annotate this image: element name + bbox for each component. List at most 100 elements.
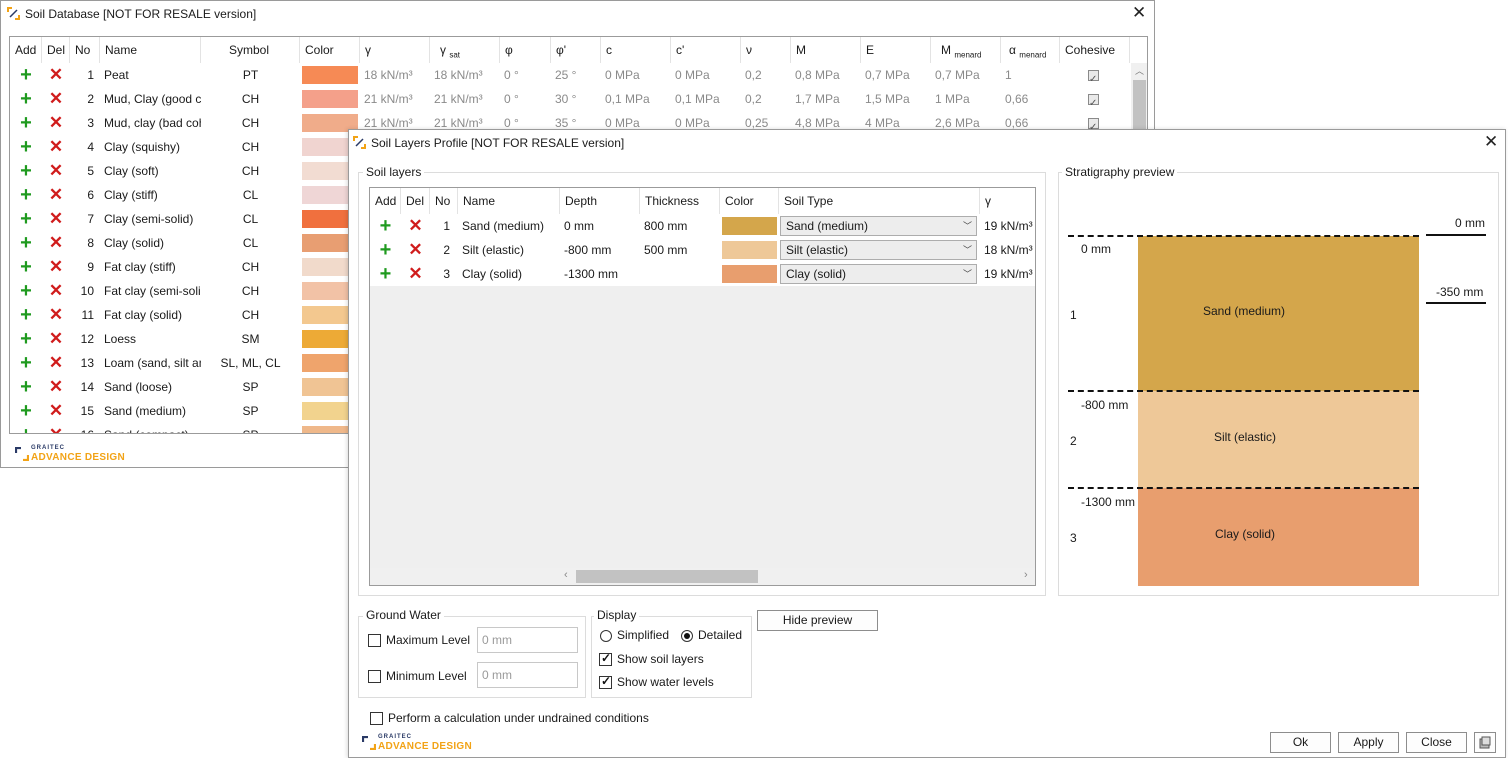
soil-name[interactable]: Fat clay (stiff): [100, 255, 201, 279]
soil-symbol[interactable]: SM: [201, 327, 300, 351]
detailed-radio-dot[interactable]: [681, 629, 693, 642]
minimum-level-checkbox[interactable]: Minimum Level: [368, 669, 467, 684]
soil-symbol[interactable]: CH: [201, 303, 300, 327]
delete-icon[interactable]: ✕: [401, 214, 430, 238]
cell-nu[interactable]: 0,2: [741, 87, 791, 111]
layer-thickness[interactable]: 500 mm: [640, 238, 720, 262]
delete-icon[interactable]: ✕: [401, 238, 430, 262]
soil-name[interactable]: Sand (medium): [100, 399, 201, 423]
soil-name[interactable]: Loam (sand, silt an: [100, 351, 201, 375]
col-symbol[interactable]: Symbol: [201, 37, 300, 63]
soil-name[interactable]: Mud, clay (bad coh: [100, 111, 201, 135]
cell-am[interactable]: 0,66: [1001, 87, 1060, 111]
col-depth[interactable]: Depth: [560, 188, 640, 214]
cell-c[interactable]: 0,1 MPa: [601, 87, 671, 111]
delete-icon[interactable]: ✕: [42, 423, 70, 433]
col-add[interactable]: Add: [370, 188, 401, 214]
add-icon[interactable]: +: [10, 255, 42, 279]
layer-name[interactable]: Clay (solid): [458, 262, 560, 286]
add-icon[interactable]: +: [10, 279, 42, 303]
add-icon[interactable]: +: [10, 135, 42, 159]
close-button[interactable]: Close: [1406, 732, 1467, 753]
scrollbar-thumb[interactable]: [576, 570, 758, 583]
layer-name[interactable]: Silt (elastic): [458, 238, 560, 262]
cell-g[interactable]: 18 kN/m³: [360, 63, 430, 87]
add-icon[interactable]: +: [10, 399, 42, 423]
checkmark-icon[interactable]: [1088, 116, 1099, 135]
col-alpha-menard[interactable]: α menard: [1001, 37, 1060, 63]
soil-symbol[interactable]: PT: [201, 63, 300, 87]
col-name[interactable]: Name: [100, 37, 201, 63]
close-icon[interactable]: ✕: [1132, 3, 1146, 23]
delete-icon[interactable]: ✕: [42, 63, 70, 87]
soil-type-dropdown[interactable]: Clay (solid) ﹀: [780, 264, 977, 284]
soil-symbol[interactable]: SP: [201, 423, 300, 433]
soil-name[interactable]: Clay (soft): [100, 159, 201, 183]
soil-name[interactable]: Clay (solid): [100, 231, 201, 255]
soil-name[interactable]: Clay (semi-solid): [100, 207, 201, 231]
soil-name[interactable]: Loess: [100, 327, 201, 351]
cell-e[interactable]: 0,7 MPa: [861, 63, 931, 87]
cell-m[interactable]: 1,7 MPa: [791, 87, 861, 111]
simplified-radio-dot[interactable]: [600, 629, 612, 642]
cell-mm[interactable]: 0,7 MPa: [931, 63, 1001, 87]
cell-am[interactable]: 1: [1001, 63, 1060, 87]
cell-c[interactable]: 0 MPa: [601, 63, 671, 87]
ok-button[interactable]: Ok: [1270, 732, 1331, 753]
layer-gamma[interactable]: 19 kN/m³: [980, 214, 1035, 238]
soil-symbol[interactable]: CL: [201, 231, 300, 255]
col-color[interactable]: Color: [300, 37, 360, 63]
layer-thickness[interactable]: [640, 262, 720, 286]
add-icon[interactable]: +: [10, 111, 42, 135]
table-row[interactable]: + ✕ 2 Mud, Clay (good co CH 21 kN/m³ 21 kN/m³ 0…: [10, 87, 1131, 111]
soil-name[interactable]: Peat: [100, 63, 201, 87]
delete-icon[interactable]: ✕: [42, 399, 70, 423]
minimum-level-checkbox-box[interactable]: [368, 670, 381, 684]
col-phi[interactable]: φ: [500, 37, 551, 63]
soil-symbol[interactable]: CL: [201, 183, 300, 207]
cell-cp[interactable]: 0,1 MPa: [671, 87, 741, 111]
export-button[interactable]: [1474, 732, 1496, 753]
layer-row[interactable]: + ✕ 2 Silt (elastic) -800 mm 500 mm Silt (elas…: [370, 238, 1035, 262]
add-icon[interactable]: +: [10, 87, 42, 111]
soil-name[interactable]: Fat clay (semi-solic: [100, 279, 201, 303]
chevron-down-icon[interactable]: ﹀: [963, 217, 972, 235]
add-icon[interactable]: +: [10, 183, 42, 207]
soil-name[interactable]: Clay (stiff): [100, 183, 201, 207]
delete-icon[interactable]: ✕: [42, 351, 70, 375]
chevron-down-icon[interactable]: ﹀: [963, 241, 972, 259]
cell-mm[interactable]: 1 MPa: [931, 87, 1001, 111]
delete-icon[interactable]: ✕: [42, 375, 70, 399]
delete-icon[interactable]: ✕: [42, 87, 70, 111]
col-gamma[interactable]: γ: [980, 188, 1035, 214]
simplified-radio[interactable]: Simplified: [600, 628, 669, 642]
maximum-level-input[interactable]: 0 mm: [477, 627, 578, 653]
layer-depth[interactable]: -1300 mm: [560, 262, 640, 286]
col-m-menard[interactable]: M menard: [931, 37, 1001, 63]
apply-button[interactable]: Apply: [1338, 732, 1399, 753]
delete-icon[interactable]: ✕: [42, 255, 70, 279]
col-c-prime[interactable]: c': [671, 37, 741, 63]
maximum-level-checkbox-box[interactable]: [368, 634, 381, 648]
scroll-right-icon[interactable]: ›: [1024, 569, 1028, 581]
layer-gamma[interactable]: 19 kN/m³: [980, 262, 1035, 286]
color-swatch[interactable]: [302, 90, 358, 108]
checkmark-icon[interactable]: [1088, 68, 1099, 87]
horizontal-scrollbar[interactable]: ‹ ›: [370, 568, 1035, 585]
delete-icon[interactable]: ✕: [401, 262, 430, 286]
soil-symbol[interactable]: CH: [201, 111, 300, 135]
scroll-left-icon[interactable]: ‹: [564, 569, 568, 581]
cell-phi[interactable]: 0 °: [500, 63, 551, 87]
soil-name[interactable]: Fat clay (solid): [100, 303, 201, 327]
cohesive-checkbox[interactable]: [1060, 87, 1130, 111]
col-del[interactable]: Del: [42, 37, 70, 63]
soil-type-dropdown[interactable]: Sand (medium) ﹀: [780, 216, 977, 236]
add-icon[interactable]: +: [10, 375, 42, 399]
col-m[interactable]: M: [791, 37, 861, 63]
undrained-checkbox-box[interactable]: [370, 712, 383, 726]
cohesive-checkbox[interactable]: [1060, 63, 1130, 87]
color-swatch[interactable]: [722, 265, 777, 283]
show-water-levels-checkbox[interactable]: Show water levels: [599, 674, 714, 690]
maximum-level-checkbox[interactable]: Maximum Level: [368, 633, 470, 648]
delete-icon[interactable]: ✕: [42, 159, 70, 183]
